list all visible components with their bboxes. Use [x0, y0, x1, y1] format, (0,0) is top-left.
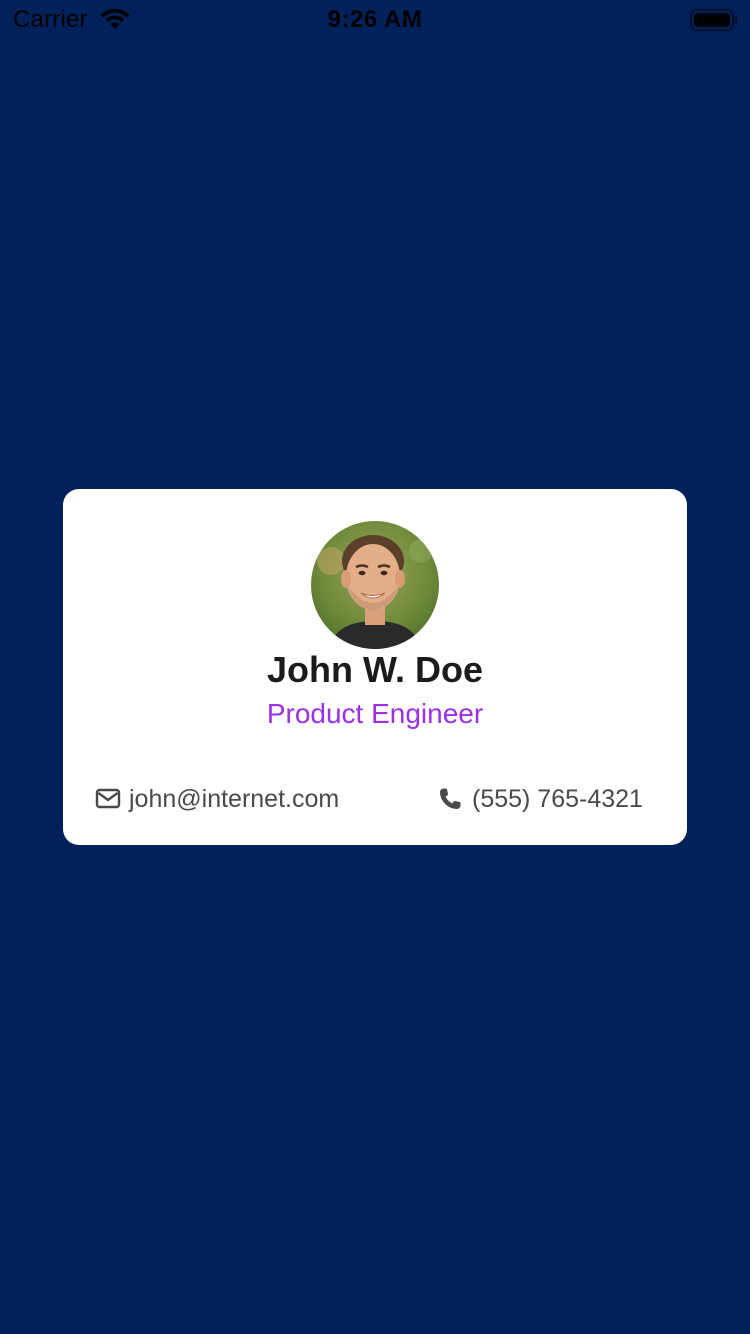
profile-title: Product Engineer [266, 698, 484, 729]
email-text: john@internet.com [129, 784, 340, 813]
envelope-icon [95, 787, 121, 811]
avatar [311, 521, 439, 649]
phone-text: (555) 765-4321 [472, 784, 643, 813]
phone-contact[interactable]: (555) 765-4321 [438, 783, 643, 815]
battery-icon [690, 9, 738, 31]
status-bar: Carrier 9:26 AM [0, 0, 750, 40]
status-time: 9:26 AM [327, 6, 423, 33]
profile-card: John W. Doe Product Engineer john@intern… [63, 489, 687, 845]
phone-icon [438, 787, 464, 811]
profile-name: John W. Doe [267, 649, 483, 690]
email-contact[interactable]: john@internet.com [95, 783, 339, 815]
